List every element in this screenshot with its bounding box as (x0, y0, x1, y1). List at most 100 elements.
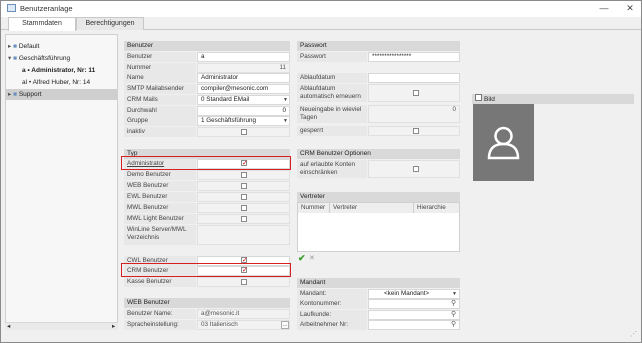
tree-item-support[interactable]: ▸ ■ Support (6, 89, 117, 100)
kontonummer-input[interactable] (368, 299, 460, 309)
search-icon[interactable]: ⚲ (451, 321, 456, 329)
column-header-hierarchie[interactable]: Hierarchie (414, 203, 459, 213)
search-icon[interactable]: ⚲ (451, 311, 456, 319)
user-silhouette-icon (487, 126, 520, 160)
lookup-button[interactable]: … (281, 321, 289, 329)
chevron-down-icon[interactable]: ▼ (452, 291, 457, 297)
scroll-left-icon[interactable]: ◂ (7, 322, 10, 330)
field-label-gesperrt: gesperrt (297, 126, 367, 136)
resize-grip-icon[interactable]: ⋰ (630, 331, 637, 339)
type-label-kasse: Kasse Benutzer (124, 277, 196, 287)
expand-arrow-icon: ▸ (8, 43, 12, 50)
group-icon: ■ (13, 55, 18, 62)
group-icon: ■ (13, 91, 18, 98)
collapse-arrow-icon: ▾ (8, 55, 12, 62)
type-label-winline-server: WinLine Server/MWL Verzeichnis (124, 225, 196, 245)
cancel-icon[interactable]: ✕ (309, 255, 315, 262)
field-label-nummer: Nummer (124, 63, 196, 73)
gruppe-select[interactable]: 1 Geschäftsführung (197, 116, 290, 126)
mwl-benutzer-checkbox[interactable] (241, 205, 247, 211)
section-header-bild: Bild (472, 94, 634, 104)
nummer-value: 11 (197, 63, 290, 73)
group-icon: ■ (13, 43, 18, 50)
expand-arrow-icon: ▸ (8, 91, 12, 98)
field-label-erlaubte-konten: auf erlaubte Konten einschränken (297, 160, 367, 178)
bullet-icon: • (28, 79, 32, 86)
field-label-ablaufdatum: Ablaufdatum (297, 73, 367, 83)
type-label-demo: Demo Benutzer (124, 170, 196, 180)
minimize-button[interactable]: — (598, 3, 610, 13)
section-header-web-benutzer: WEB Benutzer (124, 298, 290, 308)
scroll-right-icon[interactable]: ▸ (112, 322, 115, 330)
title-bar (1, 1, 641, 17)
gesperrt-checkbox[interactable] (413, 128, 419, 134)
image-icon (475, 94, 482, 101)
web-benutzer-name-input[interactable]: a@mesonic.it (197, 309, 290, 319)
window-title: Benutzeranlage (20, 4, 73, 13)
tree-horizontal-scrollbar[interactable] (5, 322, 118, 330)
checkmark-icon[interactable]: ✔ (298, 254, 306, 263)
mwl-light-checkbox[interactable] (241, 216, 247, 222)
erlaubte-konten-checkbox[interactable] (413, 166, 419, 172)
field-label-benutzer: Benutzer (124, 52, 196, 62)
laufkunde-input[interactable] (368, 310, 460, 320)
crm-mails-select[interactable]: 0 Standard EMail (197, 95, 290, 105)
column-header-vertreter[interactable]: Vertreter (330, 203, 414, 213)
close-button[interactable]: ✕ (624, 3, 636, 13)
benutzer-input[interactable]: a (197, 52, 290, 62)
spracheinstellung-select[interactable]: 03 Italienisch (197, 320, 290, 330)
tab-stammdaten[interactable]: Stammdaten (8, 17, 76, 31)
field-label-arbeitnehmer: Arbeitnehmer Nr: (297, 320, 367, 330)
demo-benutzer-checkbox[interactable] (241, 172, 247, 178)
field-label-gruppe: Gruppe (124, 116, 196, 126)
search-icon[interactable]: ⚲ (451, 300, 456, 308)
tree-item-default[interactable]: ▸ ■ Default (8, 41, 116, 52)
passwort-input[interactable]: **************** (368, 52, 460, 62)
field-label-web-benutzer-name: Benutzer Name: (124, 309, 196, 319)
durchwahl-input[interactable]: 0 (197, 106, 290, 116)
section-header-passwort: Passwort (297, 41, 460, 51)
field-label-ablaufdatum-erneuern: Ablaufdatum automatisch erneuern (297, 84, 367, 102)
type-label-mwl-light: MWL Light Benutzer (124, 214, 196, 224)
smtp-input[interactable]: compiler@mesonic.com (197, 84, 290, 94)
app-icon (7, 4, 16, 12)
ewl-benutzer-checkbox[interactable] (241, 194, 247, 200)
highlight-box (121, 263, 291, 277)
field-label-neueingabe: Neueingabe in wieviel Tagen (297, 105, 367, 123)
field-label-crm-mails: CRM Mails (124, 95, 196, 105)
field-label-inaktiv: inaktiv (124, 127, 196, 137)
arbeitnehmer-input[interactable] (368, 320, 460, 330)
field-label-smtp: SMTP Mailabsender (124, 84, 196, 94)
user-avatar[interactable] (473, 104, 534, 181)
section-header-mandant: Mandant (297, 278, 460, 288)
type-cell-winline-server (197, 225, 290, 245)
field-label-laufkunde: Laufkunde: (297, 310, 367, 320)
type-label-web: WEB Benutzer (124, 181, 196, 191)
chevron-down-icon[interactable]: ▼ (283, 97, 288, 103)
tree-item-alfred-huber[interactable]: al • Alfred Huber, Nr: 14 (22, 77, 116, 88)
tab-berechtigungen[interactable]: Berechtigungen (76, 17, 144, 30)
bullet-icon: • (27, 67, 30, 74)
column-header-nummer[interactable]: Nummer (298, 203, 330, 213)
field-label-name: Name (124, 73, 196, 83)
mandant-select[interactable]: <kein Mandant> (368, 289, 460, 299)
field-label-durchwahl: Durchwahl (124, 106, 196, 116)
web-benutzer-checkbox[interactable] (241, 183, 247, 189)
tree-item-administrator[interactable]: a • Administrator, Nr: 11 (22, 65, 116, 76)
field-label-passwort: Passwort (297, 52, 367, 62)
section-header-benutzer: Benutzer (124, 41, 290, 51)
field-label-kontonummer: Kontonummer: (297, 299, 367, 309)
ablaufdatum-input[interactable] (368, 73, 460, 83)
neueingabe-input[interactable]: 0 (368, 105, 460, 123)
kasse-benutzer-checkbox[interactable] (241, 279, 247, 285)
tree-item-geschaeftsfuehrung[interactable]: ▾ ■ Geschäftsführung (8, 53, 116, 64)
field-label-spracheinstellung: Spracheinstellung: (124, 320, 196, 330)
name-input[interactable]: Administrator (197, 73, 290, 83)
type-label-ewl: EWL Benutzer (124, 192, 196, 202)
chevron-down-icon[interactable]: ▼ (283, 118, 288, 124)
field-label-mandant: Mandant: (297, 289, 367, 299)
ablaufdatum-erneuern-checkbox[interactable] (413, 90, 419, 96)
type-label-mwl: MWL Benutzer (124, 203, 196, 213)
highlight-box (121, 156, 291, 170)
inaktiv-checkbox[interactable] (241, 129, 247, 135)
